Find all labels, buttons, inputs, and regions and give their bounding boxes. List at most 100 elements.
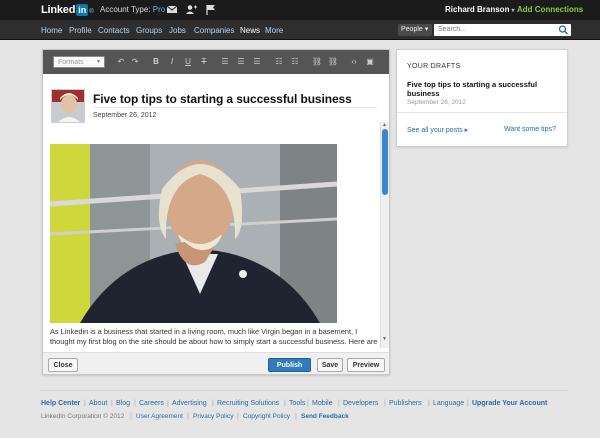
- post-date: September 26, 2012: [93, 112, 157, 119]
- bullet-list-icon[interactable]: ☷: [273, 55, 285, 68]
- account-type-label: Account Type:: [100, 5, 151, 14]
- footer-separator: |: [384, 400, 386, 407]
- footer-separator: |: [467, 400, 469, 407]
- logo-registered-mark: ®: [89, 9, 94, 15]
- unlink-icon[interactable]: ⛓: [327, 55, 339, 68]
- editor-scrollbar[interactable]: ▲ ▼: [380, 122, 389, 348]
- footer-link-recruiting-solutions[interactable]: Recruiting Solutions: [217, 400, 279, 407]
- post-title[interactable]: Five top tips to starting a successful b…: [93, 92, 352, 106]
- footer-link-blog[interactable]: Blog: [116, 400, 130, 407]
- align-right-icon[interactable]: ☰: [251, 55, 263, 68]
- footer-link-language[interactable]: Language: [433, 400, 464, 407]
- add-connections-link[interactable]: Add Connections: [517, 5, 583, 14]
- footer-separator: |: [134, 400, 136, 407]
- chevron-down-icon: ▼: [96, 59, 101, 65]
- footer-link-send-feedback[interactable]: Send Feedback: [301, 413, 349, 420]
- footer-link-developers[interactable]: Developers: [343, 400, 378, 407]
- search-icon[interactable]: [557, 24, 570, 36]
- nav-item-companies[interactable]: Companies: [194, 26, 234, 35]
- main-nav: Home Profile Contacts Groups Jobs Compan…: [0, 20, 600, 40]
- title-divider: [93, 107, 377, 108]
- drafts-heading: YOUR DRAFTS: [407, 63, 461, 70]
- footer-link-careers[interactable]: Careers: [139, 400, 164, 407]
- nav-item-home[interactable]: Home: [41, 26, 62, 35]
- footer-separator: |: [307, 400, 309, 407]
- footer-separator: |: [130, 413, 132, 420]
- formats-label: Formats: [58, 59, 84, 66]
- add-contact-icon[interactable]: [185, 4, 197, 15]
- footer-separator: |: [167, 400, 169, 407]
- close-button[interactable]: Close: [48, 358, 78, 372]
- align-left-icon[interactable]: ☰: [219, 55, 231, 68]
- post-editor: Formats ▼ ↶ ↷ B I U T ☰ ☰ ☰ ☷ ☷ ⛓ ⛓ ‹› ▣…: [42, 49, 390, 375]
- post-photo[interactable]: [50, 144, 337, 323]
- footer-separator: |: [338, 400, 340, 407]
- code-icon[interactable]: ‹›: [348, 55, 360, 68]
- author-thumbnail: [51, 89, 85, 123]
- account-type-value[interactable]: Pro: [153, 5, 165, 14]
- link-icon[interactable]: ⛓: [311, 55, 323, 68]
- draft-date: September 26, 2012: [407, 99, 466, 106]
- footer-separator: |: [284, 400, 286, 407]
- publish-button[interactable]: Publish: [268, 358, 311, 372]
- camera-icon[interactable]: ▣: [364, 55, 376, 68]
- post-body-editor[interactable]: As Linkedin is a business that started i…: [50, 144, 380, 346]
- italic-icon[interactable]: I: [166, 55, 178, 68]
- footer-separator: |: [237, 413, 239, 420]
- footer-link-help-center[interactable]: Help Center: [41, 400, 80, 407]
- footer-link-privacy-policy[interactable]: Privacy Policy: [193, 413, 233, 420]
- scroll-down-icon[interactable]: ▼: [382, 336, 387, 342]
- author-photo-icon: [52, 90, 84, 122]
- formats-dropdown[interactable]: Formats ▼: [53, 56, 105, 68]
- nav-item-profile[interactable]: Profile: [69, 26, 92, 35]
- redo-icon[interactable]: ↷: [129, 55, 141, 68]
- nav-item-more[interactable]: More: [265, 26, 283, 35]
- footer-link-about[interactable]: About: [89, 400, 107, 407]
- see-all-posts-link[interactable]: See all your posts ▸: [407, 126, 468, 134]
- footer-divider: [40, 390, 568, 391]
- nav-item-groups[interactable]: Groups: [136, 26, 162, 35]
- undo-icon[interactable]: ↶: [115, 55, 127, 68]
- footer-link-copyright-policy[interactable]: Copyright Policy: [243, 413, 290, 420]
- inbox-icon[interactable]: [166, 4, 178, 15]
- save-button[interactable]: Save: [317, 358, 343, 372]
- want-tips-link[interactable]: Want some tips?: [504, 126, 556, 133]
- nav-item-news[interactable]: News: [240, 26, 260, 35]
- strikethrough-icon[interactable]: T: [198, 55, 210, 68]
- footer-separator: |: [111, 400, 113, 407]
- search-input[interactable]: [434, 24, 571, 36]
- footer-separator: |: [212, 400, 214, 407]
- account-type[interactable]: Account Type: Pro: [100, 5, 165, 14]
- bold-icon[interactable]: B: [150, 55, 162, 68]
- numbered-list-icon[interactable]: ☷: [289, 55, 301, 68]
- nav-item-contacts[interactable]: Contacts: [98, 26, 130, 35]
- post-body-text[interactable]: As Linkedin is a business that started i…: [50, 327, 380, 346]
- notifications-flag-icon[interactable]: [205, 4, 217, 15]
- copyright-text: LinkedIn Corporation © 2012: [41, 413, 125, 420]
- footer-separator: |: [428, 400, 430, 407]
- footer-link-user-agreement[interactable]: User Agreement: [136, 413, 183, 420]
- linkedin-logo[interactable]: Linked in ®: [41, 3, 94, 16]
- user-menu[interactable]: Richard Branson ▾: [445, 5, 514, 14]
- search-scope-select[interactable]: People ▾: [398, 24, 432, 36]
- footer-separator: |: [187, 413, 189, 420]
- logo-in-badge: in: [76, 3, 89, 16]
- chevron-down-icon: ▾: [511, 8, 515, 14]
- drafts-panel: YOUR DRAFTS Five top tips to starting a …: [396, 49, 568, 147]
- scroll-up-icon[interactable]: ▲: [382, 122, 387, 128]
- footer-link-advertising[interactable]: Advertising: [172, 400, 207, 407]
- nav-item-jobs[interactable]: Jobs: [169, 26, 186, 35]
- underline-icon[interactable]: U: [182, 55, 194, 68]
- footer-link-tools[interactable]: Tools: [289, 400, 305, 407]
- footer-link-publishers[interactable]: Publishers: [389, 400, 422, 407]
- top-header: Linked in ® Account Type: Pro Richard Br…: [0, 0, 600, 20]
- draft-title-link[interactable]: Five top tips to starting a successful b…: [407, 80, 557, 98]
- scrollbar-thumb[interactable]: [382, 129, 388, 195]
- logo-text: Linked: [41, 3, 76, 16]
- preview-button[interactable]: Preview: [347, 358, 385, 372]
- footer-link-upgrade-account[interactable]: Upgrade Your Account: [472, 400, 547, 407]
- align-center-icon[interactable]: ☰: [235, 55, 247, 68]
- drafts-divider: [397, 112, 567, 113]
- footer-link-mobile[interactable]: Mobile: [312, 400, 333, 407]
- editor-actions: Close Publish Save Preview: [43, 352, 389, 374]
